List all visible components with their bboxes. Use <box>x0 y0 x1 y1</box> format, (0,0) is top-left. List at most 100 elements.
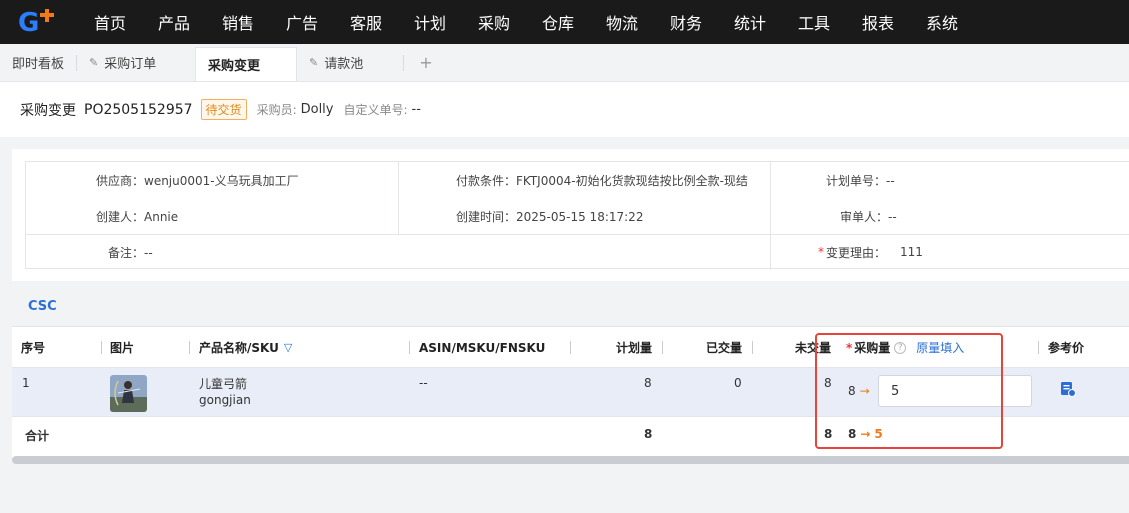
page-title: 采购变更 <box>20 102 76 119</box>
col-undelivered: 未交量 <box>795 341 832 355</box>
nav-product[interactable]: 产品 <box>142 10 206 34</box>
nav-ads[interactable]: 广告 <box>270 10 334 34</box>
status-badge: 待交货 <box>200 99 247 120</box>
summary-row: 合计 8 8 8 → 5 <box>12 417 1129 453</box>
old-qty: 8 <box>848 384 856 398</box>
col-purchase-qty-label: 采购量 <box>854 341 891 355</box>
required-icon: * <box>846 340 853 355</box>
col-product: 产品名称/SKU ▽ <box>199 327 292 368</box>
nav-plan[interactable]: 计划 <box>398 10 462 34</box>
col-divider <box>1038 341 1039 354</box>
nav-home[interactable]: 首页 <box>78 10 142 34</box>
tab-purchase-order[interactable]: ✎ 采购订单 <box>77 43 195 81</box>
remark-field: 备注：-- <box>108 245 153 260</box>
created-at-field: 创建时间：2025-05-15 18:17:22 <box>456 209 644 224</box>
col-divider <box>662 341 663 354</box>
col-product-label: 产品名称/SKU <box>199 341 279 355</box>
info-grid: 供应商：wenju0001-义乌玩具加工厂 付款条件：FKTJ0004-初始化货… <box>25 161 1129 270</box>
tab-purchase-change[interactable]: 采购变更 <box>195 47 297 81</box>
plan-no-field: 计划单号：-- <box>826 173 895 188</box>
pin-icon[interactable]: ✎ <box>89 56 98 69</box>
arrow-icon: → <box>859 384 870 398</box>
app-logo[interactable]: G <box>0 0 78 44</box>
nav-logistics[interactable]: 物流 <box>590 10 654 34</box>
col-asin: ASIN/MSKU/FNSKU <box>419 340 546 355</box>
grid-divider <box>26 234 1129 235</box>
col-divider <box>101 341 102 354</box>
nav-finance[interactable]: 财务 <box>654 10 718 34</box>
planned-value: 8 <box>644 376 652 390</box>
col-delivered: 已交量 <box>706 341 743 355</box>
tab-dashboard[interactable]: 即时看板 <box>0 43 76 81</box>
reason-field: * 变更理由： 111 <box>818 234 923 270</box>
col-divider <box>189 341 190 354</box>
col-divider <box>409 341 410 354</box>
arrow-icon: → <box>860 427 871 441</box>
custom-no-value: -- <box>411 102 421 117</box>
purchase-qty-input[interactable] <box>878 375 1032 407</box>
help-icon[interactable]: ? <box>894 341 907 354</box>
undelivered-value: 8 <box>824 376 832 390</box>
col-ref-price: 参考价 <box>1048 341 1085 355</box>
info-card: 供应商：wenju0001-义乌玩具加工厂 付款条件：FKTJ0004-初始化货… <box>12 149 1129 281</box>
reason-label: 变更理由： <box>826 245 887 260</box>
col-planned: 计划量 <box>616 341 653 355</box>
row-index: 1 <box>22 376 30 390</box>
product-name: 儿童弓箭 <box>199 377 248 391</box>
col-index: 序号 <box>21 341 46 355</box>
pin-icon[interactable]: ✎ <box>309 56 318 69</box>
tab-purchase-order-label: 采购订单 <box>104 56 157 72</box>
table-header: 序号 图片 产品名称/SKU ▽ ASIN/MSKU/FNSKU 计划量 已交量… <box>12 327 1129 368</box>
top-nav: G 首页 产品 销售 广告 客服 计划 采购 仓库 物流 财务 统计 工具 报表… <box>0 0 1129 44</box>
custom-no-label: 自定义单号: <box>343 103 408 117</box>
items-table: 序号 图片 产品名称/SKU ▽ ASIN/MSKU/FNSKU 计划量 已交量… <box>12 326 1129 458</box>
summary-planned: 8 <box>644 427 653 441</box>
document-icon[interactable] <box>1060 381 1076 400</box>
nav-tools[interactable]: 工具 <box>782 10 846 34</box>
nav-service[interactable]: 客服 <box>334 10 398 34</box>
nav-stats[interactable]: 统计 <box>718 10 782 34</box>
tab-purchase-change-label: 采购变更 <box>208 59 261 74</box>
payment-terms-field: 付款条件：FKTJ0004-初始化货款现结按比例全款-现结 <box>456 173 748 188</box>
old-qty-value: 8 → <box>848 384 874 398</box>
add-tab-button[interactable]: + <box>404 43 448 81</box>
po-number: PO2505152957 <box>84 101 193 118</box>
grid-divider <box>770 162 771 270</box>
asin-value: -- <box>419 376 428 390</box>
table-row[interactable]: 1 儿童弓箭 gongjian -- 8 0 8 8 → <box>12 368 1129 417</box>
section-csc: CSC <box>28 299 57 314</box>
nav-sales[interactable]: 销售 <box>206 10 270 34</box>
col-image: 图片 <box>110 341 135 355</box>
col-purchase-qty: * 采购量 ? 原量填入 <box>846 327 964 368</box>
tab-payment-pool-label: 请款池 <box>324 56 364 72</box>
nav-reports[interactable]: 报表 <box>846 10 910 34</box>
page-header: 采购变更 PO2505152957 待交货 采购员: Dolly 自定义单号: … <box>0 82 1129 137</box>
reason-value[interactable]: 111 <box>900 245 923 259</box>
required-icon: * <box>818 245 824 259</box>
summary-new-qty: 5 <box>874 427 883 441</box>
summary-undelivered: 8 <box>824 427 833 441</box>
buyer-value: Dolly <box>300 102 334 117</box>
tab-payment-pool[interactable]: ✎ 请款池 <box>297 43 403 81</box>
summary-qty-change: 8 → 5 <box>848 427 883 441</box>
col-divider <box>570 341 571 354</box>
svg-text:G: G <box>18 9 39 35</box>
filter-icon[interactable]: ▽ <box>284 341 292 354</box>
buyer-label: 采购员: <box>256 103 297 117</box>
nav-warehouse[interactable]: 仓库 <box>526 10 590 34</box>
creator-field: 创建人：Annie <box>96 209 179 224</box>
product-sku: gongjian <box>199 393 251 407</box>
tab-bar: 即时看板 ✎ 采购订单 采购变更 ✎ 请款池 + <box>0 44 1129 82</box>
fill-original-link[interactable]: 原量填入 <box>916 339 964 356</box>
nav-purchase[interactable]: 采购 <box>462 10 526 34</box>
delivered-value: 0 <box>734 376 742 390</box>
reviewer-field: 审单人：-- <box>840 209 897 224</box>
summary-old-qty: 8 <box>848 427 857 441</box>
product-image[interactable] <box>110 375 147 412</box>
col-divider <box>752 341 753 354</box>
grid-divider <box>398 162 399 234</box>
tab-dashboard-label: 即时看板 <box>12 56 65 72</box>
summary-label: 合计 <box>25 429 50 443</box>
nav-system[interactable]: 系统 <box>910 10 974 34</box>
horizontal-scrollbar[interactable] <box>12 456 1129 464</box>
